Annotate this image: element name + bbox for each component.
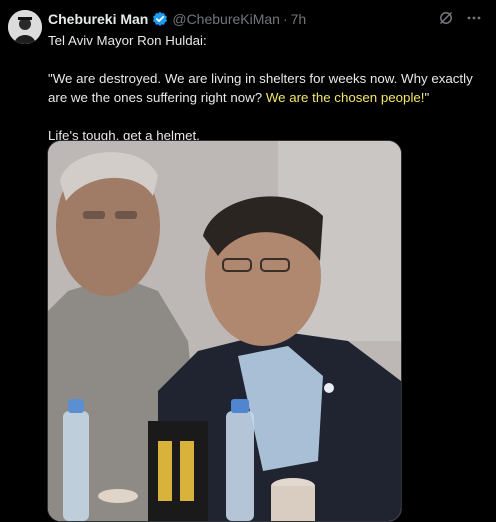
tweet-line-intro: Tel Aviv Mayor Ron Huldai: (48, 33, 207, 48)
tweet-actions (438, 10, 482, 26)
tweet-video[interactable] (47, 140, 402, 522)
avatar-image (8, 10, 42, 44)
grok-icon[interactable] (438, 10, 454, 26)
avatar[interactable] (8, 10, 42, 44)
author-handle[interactable]: @ChebureKiMan (172, 11, 280, 27)
video-frame (48, 141, 401, 521)
tweet-quote: "We are destroyed. We are living in shel… (48, 69, 478, 107)
more-icon[interactable] (466, 10, 482, 26)
verified-badge-icon (152, 11, 168, 27)
tweet-card[interactable]: Chebureki Man @ChebureKiMan · 7h Tel Avi… (0, 0, 496, 522)
quote-end: " (424, 90, 430, 105)
timestamp[interactable]: 7h (291, 11, 307, 27)
quote-highlight: We are the chosen people! (265, 90, 425, 105)
tweet-text: Tel Aviv Mayor Ron Huldai: "We are destr… (48, 31, 478, 145)
tweet-header: Chebureki Man @ChebureKiMan · 7h (48, 10, 306, 28)
author-name[interactable]: Chebureki Man (48, 11, 148, 27)
separator-dot: · (282, 11, 288, 27)
